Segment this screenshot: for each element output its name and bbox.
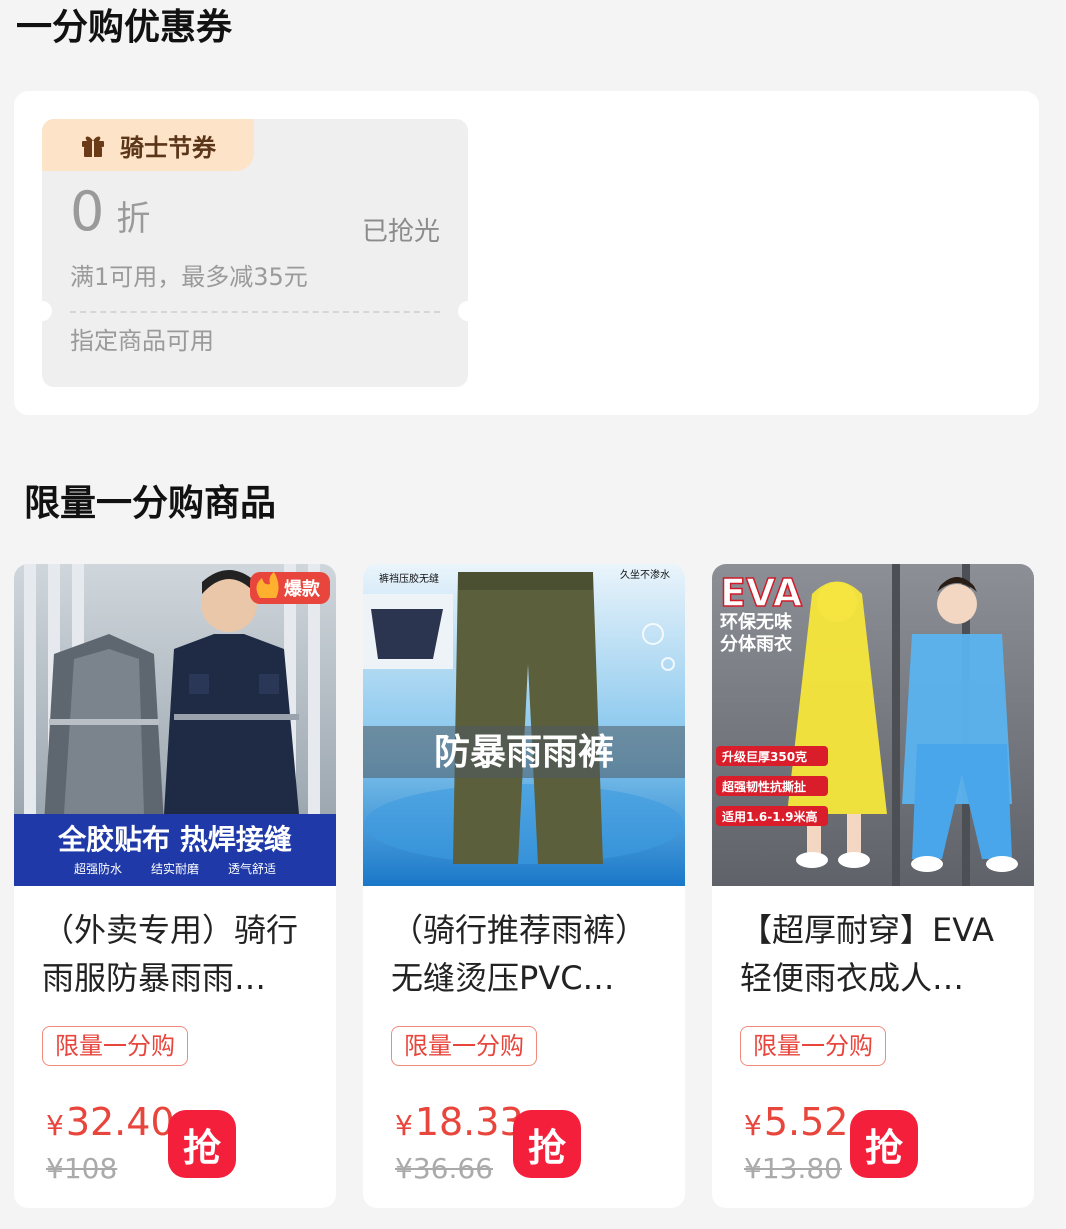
original-price: ¥108 — [46, 1152, 118, 1185]
product-price: ¥ 5.52 — [744, 1100, 848, 1144]
product-name-line-2: 无缝烫压PVC… — [391, 959, 615, 997]
image-banner-text: 防暴雨雨裤 — [434, 732, 614, 773]
product-name-line-1: （骑行推荐雨裤） — [391, 911, 648, 949]
grab-button[interactable]: 抢 — [168, 1110, 236, 1178]
grab-button[interactable]: 抢 — [850, 1110, 918, 1178]
product-name[interactable]: 【超厚耐穿】EVA 轻便雨衣成人… — [740, 906, 1010, 1002]
price-symbol: ¥ — [744, 1109, 762, 1142]
limited-badge: 限量一分购 — [740, 1026, 886, 1066]
product-name[interactable]: （骑行推荐雨裤） 无缝烫压PVC… — [391, 906, 661, 1002]
hot-badge-text: 爆款 — [284, 578, 321, 600]
coupon-discount-value: 0 — [70, 180, 105, 243]
coupon-scope: 指定商品可用 — [70, 327, 214, 355]
product-image-raincoat-suit[interactable]: 爆款 全胶贴布 热焊接缝 超强防水 结实耐磨 透气舒适 — [14, 564, 336, 886]
image-feature-2: 结实耐磨 — [151, 861, 199, 876]
image-feature-1: 升级巨厚350克 — [722, 749, 807, 764]
goods-section-title: 限量一分购商品 — [24, 483, 277, 524]
price-value: 18.33 — [414, 1100, 524, 1144]
image-feature-3: 透气舒适 — [228, 861, 276, 876]
original-price: ¥13.80 — [744, 1152, 842, 1185]
price-value: 32.40 — [65, 1100, 175, 1144]
coupon-notch-right — [458, 301, 468, 321]
coupon-card[interactable]: 骑士节券 0 折 已抢光 满1可用，最多减35元 指定商品可用 — [42, 119, 468, 387]
product-price: ¥ 18.33 — [395, 1100, 524, 1144]
image-feature-1: 超强防水 — [74, 861, 122, 876]
coupon-discount-unit: 折 — [116, 199, 151, 239]
original-price: ¥36.66 — [395, 1152, 493, 1185]
product-image-eva-raincoat[interactable]: EVA 环保无味 分体雨衣 升级巨厚350克 超强韧性抗撕扯 适用1.6-1.9… — [712, 564, 1034, 886]
image-banner-text: 全胶贴布 热焊接缝 — [57, 823, 292, 856]
gift-icon — [82, 136, 104, 157]
product-name-line-1: （外卖专用）骑行 — [42, 911, 299, 949]
coupon-divider — [70, 311, 440, 313]
product-price: ¥ 32.40 — [46, 1100, 175, 1144]
coupon-discount: 0 折 — [70, 185, 150, 240]
image-slogan-1: 环保无味 — [720, 611, 792, 633]
product-name-line-1: 【超厚耐穿】EVA — [740, 911, 994, 949]
coupon-notch-left — [42, 301, 52, 321]
product-card-2[interactable]: 裤裆压胶无缝 久坐不渗水 防暴雨雨裤 （骑行推荐雨裤） 无缝烫压PVC… 限量一… — [363, 564, 685, 1208]
coupon-tag: 骑士节券 — [42, 119, 254, 171]
limited-badge: 限量一分购 — [391, 1026, 537, 1066]
image-slogan-2: 分体雨衣 — [720, 633, 792, 655]
image-feature-2: 超强韧性抗撕扯 — [721, 779, 806, 794]
product-image-rain-pants[interactable]: 裤裆压胶无缝 久坐不渗水 防暴雨雨裤 — [363, 564, 685, 886]
coupon-tag-label: 骑士节券 — [120, 133, 216, 162]
product-name-line-2: 轻便雨衣成人… — [740, 959, 965, 997]
limited-badge: 限量一分购 — [42, 1026, 188, 1066]
coupon-section-title: 一分购优惠券 — [16, 7, 233, 48]
image-brand-text: EVA — [720, 571, 803, 615]
coupon-status: 已抢光 — [361, 217, 440, 247]
grab-button[interactable]: 抢 — [513, 1110, 581, 1178]
product-name-line-2: 雨服防暴雨雨… — [42, 959, 267, 997]
price-value: 5.52 — [763, 1100, 849, 1144]
product-card-1[interactable]: 爆款 全胶贴布 热焊接缝 超强防水 结实耐磨 透气舒适 （外卖专用）骑行 雨服防… — [14, 564, 336, 1208]
product-name[interactable]: （外卖专用）骑行 雨服防暴雨雨… — [42, 906, 312, 1002]
coupon-panel: 骑士节券 0 折 已抢光 满1可用，最多减35元 指定商品可用 — [14, 91, 1039, 415]
coupon-condition: 满1可用，最多减35元 — [70, 263, 308, 291]
image-feature-3: 适用1.6-1.9米高 — [722, 809, 818, 824]
product-card-3[interactable]: EVA 环保无味 分体雨衣 升级巨厚350克 超强韧性抗撕扯 适用1.6-1.9… — [712, 564, 1034, 1208]
price-symbol: ¥ — [395, 1109, 413, 1142]
image-top-right-text: 久坐不渗水 — [620, 568, 670, 581]
price-symbol: ¥ — [46, 1109, 64, 1142]
image-top-left-text: 裤裆压胶无缝 — [379, 572, 439, 585]
